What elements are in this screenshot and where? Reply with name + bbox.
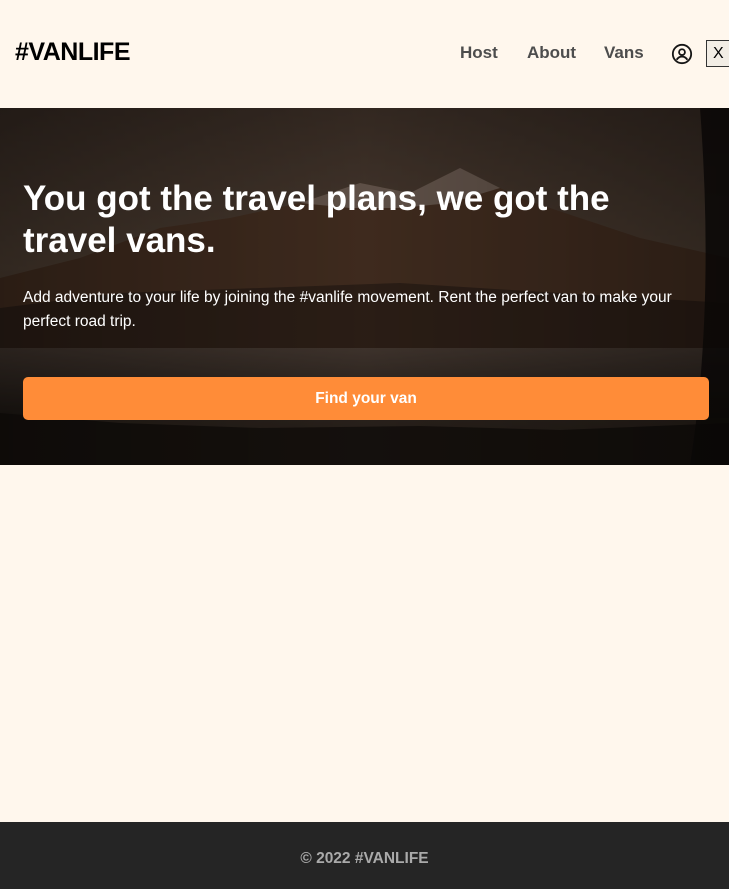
site-header: #VANLIFE Host About Vans X xyxy=(0,0,729,108)
close-button[interactable]: X xyxy=(706,40,729,67)
find-your-van-button[interactable]: Find your van xyxy=(23,377,709,420)
user-circle-svg xyxy=(671,43,693,65)
nav-link-host[interactable]: Host xyxy=(460,43,498,63)
nav-link-about[interactable]: About xyxy=(527,43,576,63)
hero-title: You got the travel plans, we got the tra… xyxy=(23,179,610,260)
page: #VANLIFE Host About Vans X You got the t… xyxy=(0,0,729,889)
site-logo[interactable]: #VANLIFE xyxy=(15,38,131,67)
footer-copyright: © 2022 #VANLIFE xyxy=(300,850,429,867)
site-footer: © 2022 #VANLIFE xyxy=(0,822,729,889)
nav-link-vans[interactable]: Vans xyxy=(604,43,644,63)
user-circle-icon[interactable] xyxy=(671,43,693,65)
hero-description: Add adventure to your life by joining th… xyxy=(23,289,672,330)
hero-section: You got the travel plans, we got the tra… xyxy=(0,108,729,465)
